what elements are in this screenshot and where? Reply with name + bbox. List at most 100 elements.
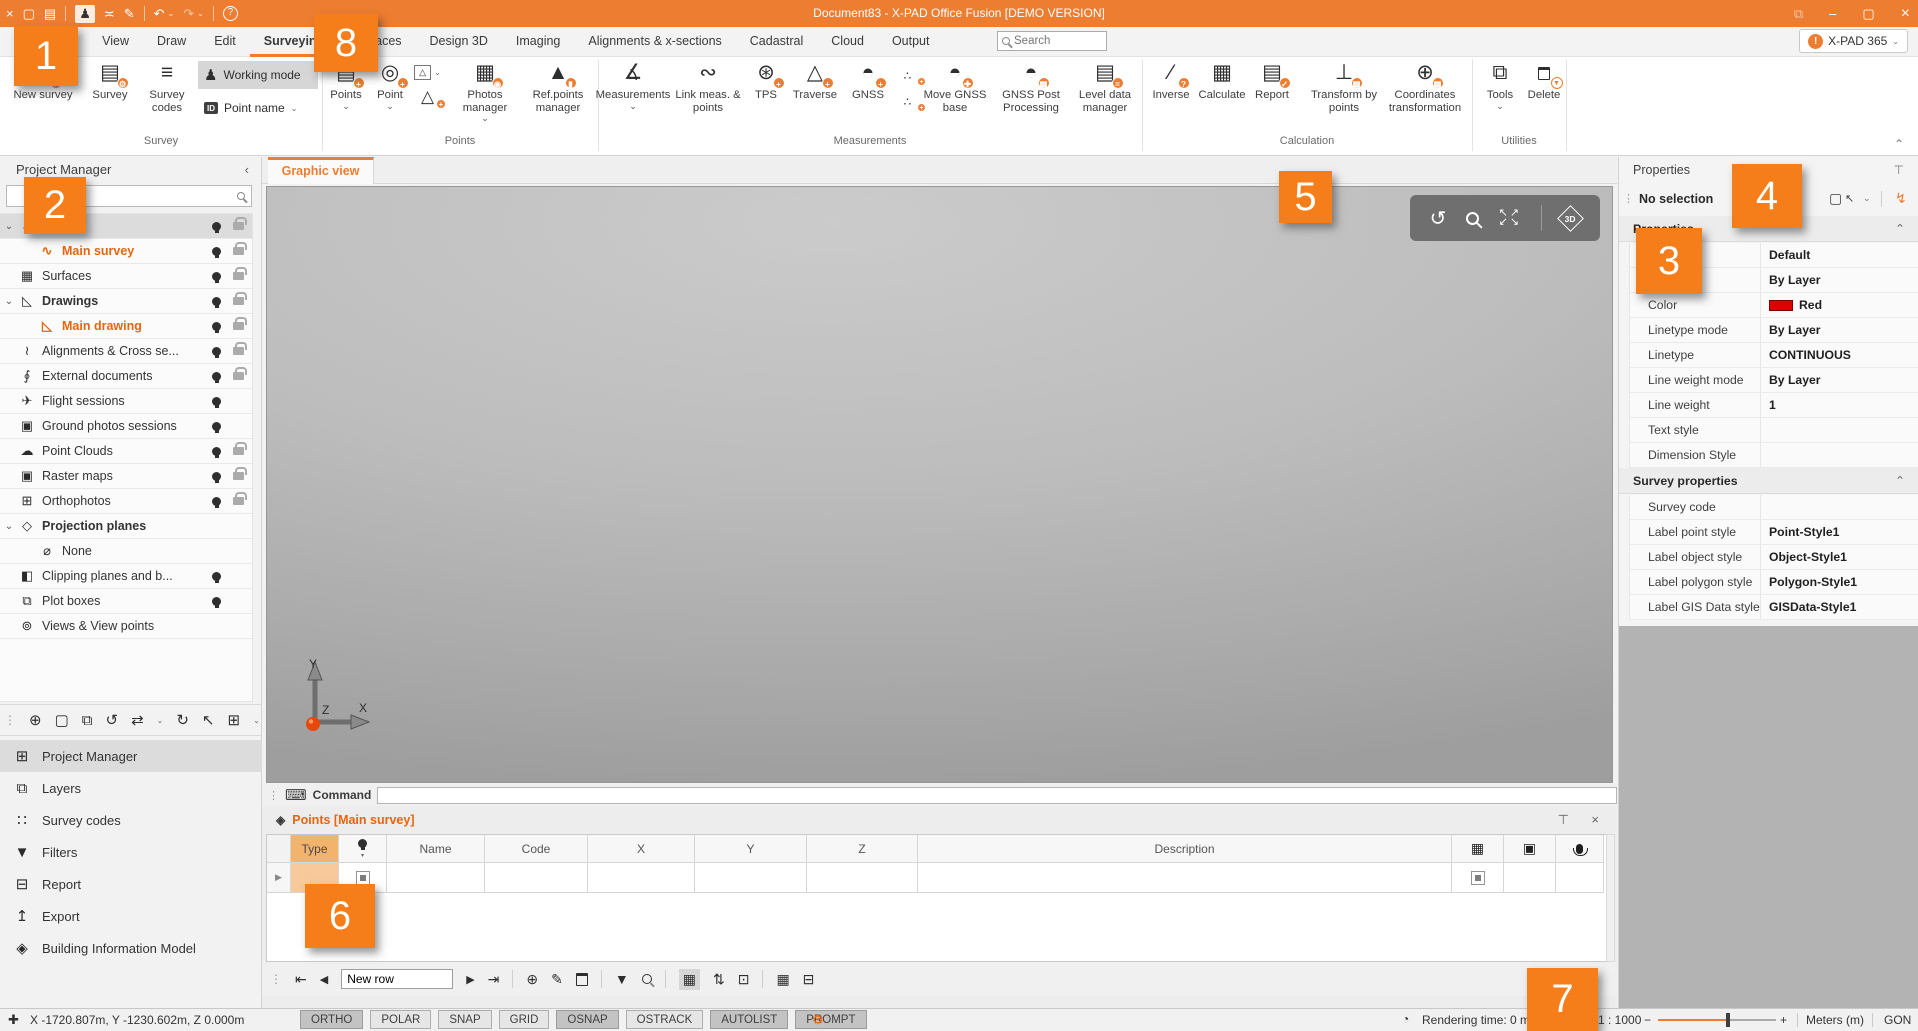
tps-button[interactable]: ⊛+ TPS [748,58,784,132]
lock-icon[interactable] [233,497,244,505]
visibility-bulb-icon[interactable] [212,272,221,281]
visibility-bulb-icon[interactable] [212,322,221,331]
cell-x[interactable] [588,863,695,893]
angle-units-selector[interactable]: GON [1884,1013,1911,1027]
tab-design-3d[interactable]: Design 3D [416,27,502,57]
first-row-icon[interactable]: ⇤ [295,971,307,988]
tree-item-main-drawing[interactable]: ◺ Main drawing [0,314,252,339]
cell-photos[interactable] [1504,863,1556,893]
visibility-bulb-icon[interactable] [212,572,221,581]
tab-cloud[interactable]: Cloud [817,27,878,57]
visibility-bulb-icon[interactable] [212,472,221,481]
transform-by-points-button[interactable]: ⊥▦ Transform by points [1310,58,1378,132]
cell-audio[interactable] [1556,863,1604,893]
tree-item-external-documents[interactable]: ∮ External documents [0,364,252,389]
pin-icon[interactable]: ⊤ [1558,808,1569,832]
chevron-down-icon[interactable]: ⌄ [0,221,18,232]
new-window-icon[interactable]: ⊞ [228,711,241,729]
lock-icon[interactable] [233,247,244,255]
tab-cadastral[interactable]: Cadastral [736,27,818,57]
add-label-button[interactable]: △+ [414,88,441,106]
gnss-tracks-button[interactable]: ∴+ [894,95,921,109]
search-input[interactable] [1014,35,1094,47]
screen-icon[interactable]: ⊡ [738,971,750,988]
next-row-icon[interactable]: ▶ [466,973,474,986]
drag-handle[interactable]: ⋮ [1623,192,1634,205]
move-gnss-base-button[interactable]: ◓✚ Move GNSS base [920,58,990,132]
close-button[interactable]: × [1901,5,1910,23]
checkbox[interactable] [1471,871,1485,885]
maximize-button[interactable]: ▢ [1862,6,1874,22]
select-objects-icon[interactable]: ▢ [1829,190,1842,207]
refresh-icon[interactable]: ↻ [176,711,189,729]
pin-icon[interactable]: ⊤ [1894,157,1904,183]
tree-item-orthophotos[interactable]: ⊞ Orthophotos [0,489,252,514]
column-type[interactable]: Type [291,835,339,863]
nav-filters[interactable]: ▼ Filters [0,836,262,868]
search-icon[interactable] [642,974,652,984]
ribbon-search[interactable] [997,31,1107,51]
lock-icon[interactable] [233,347,244,355]
command-input[interactable] [377,787,1617,804]
cell-code[interactable] [485,863,588,893]
property-row-label-gis-style[interactable]: Label GIS Data styleGISData-Style1 [1629,595,1918,620]
zoom-previous-icon[interactable]: ↺ [1430,206,1447,231]
lock-icon[interactable] [233,372,244,380]
tree-item-plot-boxes[interactable]: ⧉ Plot boxes [0,589,252,614]
nav-bim[interactable]: ◈ Building Information Model [0,932,262,964]
copy-icon[interactable]: ⧉ [82,712,93,729]
layout-icon[interactable]: ⧉ [1794,6,1803,22]
tree-item-drawings[interactable]: ⌄ ◺ Drawings [0,289,252,314]
property-row-line-weight[interactable]: Line weight1 [1629,393,1918,418]
tree-item-none[interactable]: ⌀ None [0,539,252,564]
tab-edit[interactable]: Edit [200,27,250,57]
tab-alignments[interactable]: Alignments & x-sections [574,27,735,57]
point-name-button[interactable]: ID Point name ⌄ [198,95,318,121]
drag-handle[interactable]: ⋮ [270,972,282,986]
visibility-bulb-icon[interactable] [212,422,221,431]
row-position-input[interactable] [341,969,453,989]
graphic-view-tab[interactable]: Graphic view [268,157,374,184]
nav-export[interactable]: ↥ Export [0,900,262,932]
toggle-prompt[interactable]: PROMPT [795,1010,866,1029]
toggle-snap[interactable]: SNAP [438,1010,491,1029]
zoom-icon[interactable] [1466,212,1479,225]
column-code[interactable]: Code [485,835,588,863]
points-table-new-row[interactable]: ▶ [267,863,1606,893]
visibility-bulb-icon[interactable] [212,222,221,231]
property-row-line-weight-mode[interactable]: Line weight modeBy Layer [1629,368,1918,393]
lock-icon[interactable] [233,222,244,230]
property-row-survey-code[interactable]: Survey code [1629,495,1918,520]
chevron-down-icon[interactable]: ⌄ [0,521,18,532]
tab-output[interactable]: Output [878,27,944,57]
xpad365-account-button[interactable]: ! X-PAD 365 ⌄ [1799,29,1908,53]
survey-button[interactable]: ▤⚙ Survey [84,58,136,132]
working-mode-button[interactable]: ♟ Working mode [198,61,318,89]
row-selector[interactable]: ▶ [267,863,291,893]
cell-description[interactable] [918,863,1452,893]
traverse-button[interactable]: △+ Traverse [788,58,842,132]
property-row-label-point-style[interactable]: Label point stylePoint-Style1 [1629,520,1918,545]
nav-report[interactable]: ⊟ Report [0,868,262,900]
property-row-color[interactable]: ColorRed [1629,293,1918,318]
column-visibility[interactable]: ▾ [339,835,387,863]
rotate-icon[interactable]: ↺ [105,711,118,729]
tree-item-clipping-planes[interactable]: ◧ Clipping planes and b... [0,564,252,589]
minimize-button[interactable]: – [1829,6,1836,21]
slider-handle[interactable] [1726,1013,1730,1027]
tree-item-main-survey[interactable]: ∿ Main survey [0,239,252,264]
cell-y[interactable] [695,863,807,893]
last-row-icon[interactable]: ⇥ [488,971,500,988]
survey-codes-button[interactable]: ≡ Survey codes [138,58,196,132]
visibility-bulb-icon[interactable] [212,297,221,306]
graphic-canvas[interactable]: ↺ ↖↗↙↘ 3D Y X Z [266,186,1613,783]
tab-draw[interactable]: Draw [143,27,200,57]
visibility-bulb-icon[interactable] [212,497,221,506]
delete-row-icon[interactable] [576,973,588,986]
add-row-icon[interactable]: ⊕ [526,971,538,988]
tree-item-alignments[interactable]: ≀ Alignments & Cross se... [0,339,252,364]
print-icon[interactable]: ⊟ [803,971,815,988]
link-measurements-button[interactable]: ∾ Link meas. & points [672,58,744,132]
select-box-icon[interactable]: ▢ [55,711,69,729]
visibility-bulb-icon[interactable] [212,597,221,606]
